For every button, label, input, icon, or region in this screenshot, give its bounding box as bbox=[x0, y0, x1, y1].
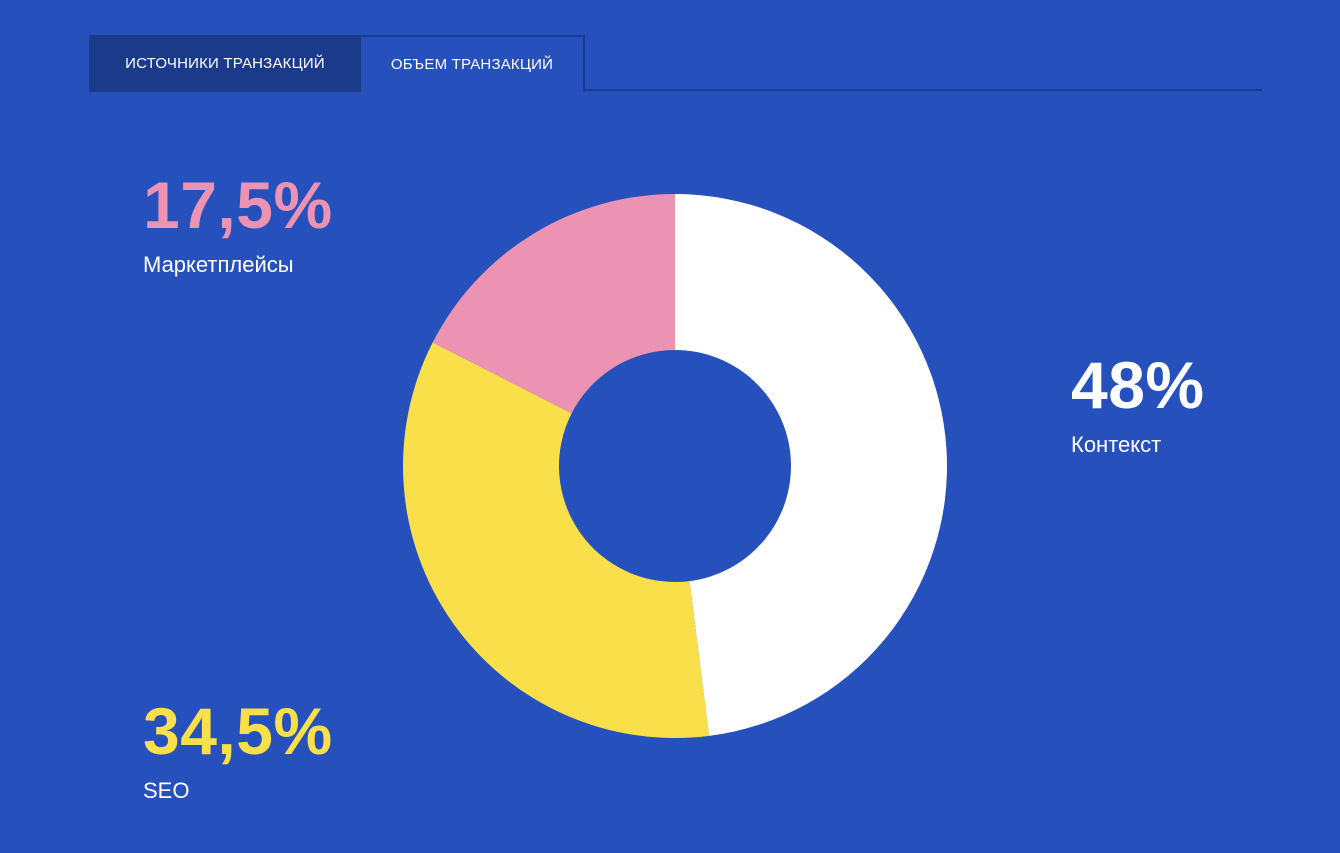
slice-label-seo: 34,5% SEO bbox=[143, 698, 333, 804]
slice-name-context: Контекст bbox=[1071, 432, 1162, 457]
slice-percent-seo: 34,5% bbox=[143, 694, 333, 768]
slice-percent-marketplaces: 17,5% bbox=[143, 168, 333, 242]
slice-name-marketplaces: Маркетплейсы bbox=[143, 252, 294, 277]
slice-name-seo: SEO bbox=[143, 778, 190, 803]
page: ИСТОЧНИКИ ТРАНЗАКЦИЙ ОБЪЕМ ТРАНЗАКЦИЙ 17… bbox=[0, 0, 1340, 853]
donut-slice-context bbox=[675, 194, 948, 736]
slice-percent-context: 48% bbox=[1071, 348, 1205, 422]
slice-label-context: 48% Контекст bbox=[1071, 352, 1205, 458]
slice-label-marketplaces: 17,5% Маркетплейсы bbox=[143, 172, 333, 278]
